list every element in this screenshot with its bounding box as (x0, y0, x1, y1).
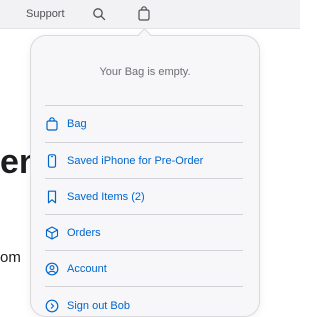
signout-icon (45, 299, 59, 313)
bag-icon[interactable] (137, 6, 151, 21)
background-text: om (0, 249, 21, 266)
menu-item-label: Bag (67, 118, 87, 130)
bag-icon (45, 117, 59, 131)
menu-item-label: Orders (67, 227, 101, 239)
account-icon (45, 262, 59, 276)
box-icon (45, 226, 59, 240)
menu-item-label: Saved Items (2) (67, 191, 145, 203)
nav-support-link[interactable]: Support (26, 8, 65, 20)
menu-item-label: Account (67, 263, 107, 275)
menu-item-saved-items[interactable]: Saved Items (2) (45, 179, 243, 215)
bag-empty-message: Your Bag is empty. (99, 66, 191, 78)
bag-flyout: Your Bag is empty. Bag Saved iPhone for … (30, 35, 260, 317)
global-nav-bar: Support (0, 0, 300, 29)
divider (45, 286, 243, 287)
iphone-icon (45, 154, 59, 168)
search-icon[interactable] (92, 7, 106, 21)
menu-item-account[interactable]: Account (45, 251, 243, 287)
menu-item-saved-iphone[interactable]: Saved iPhone for Pre-Order (45, 143, 243, 179)
bookmark-icon (45, 190, 59, 204)
menu-item-bag[interactable]: Bag (45, 106, 243, 142)
menu-item-orders[interactable]: Orders (45, 215, 243, 251)
menu-item-sign-out[interactable]: Sign out Bob (45, 288, 243, 316)
menu-item-label: Sign out Bob (67, 300, 130, 312)
menu-item-label: Saved iPhone for Pre-Order (67, 155, 204, 167)
